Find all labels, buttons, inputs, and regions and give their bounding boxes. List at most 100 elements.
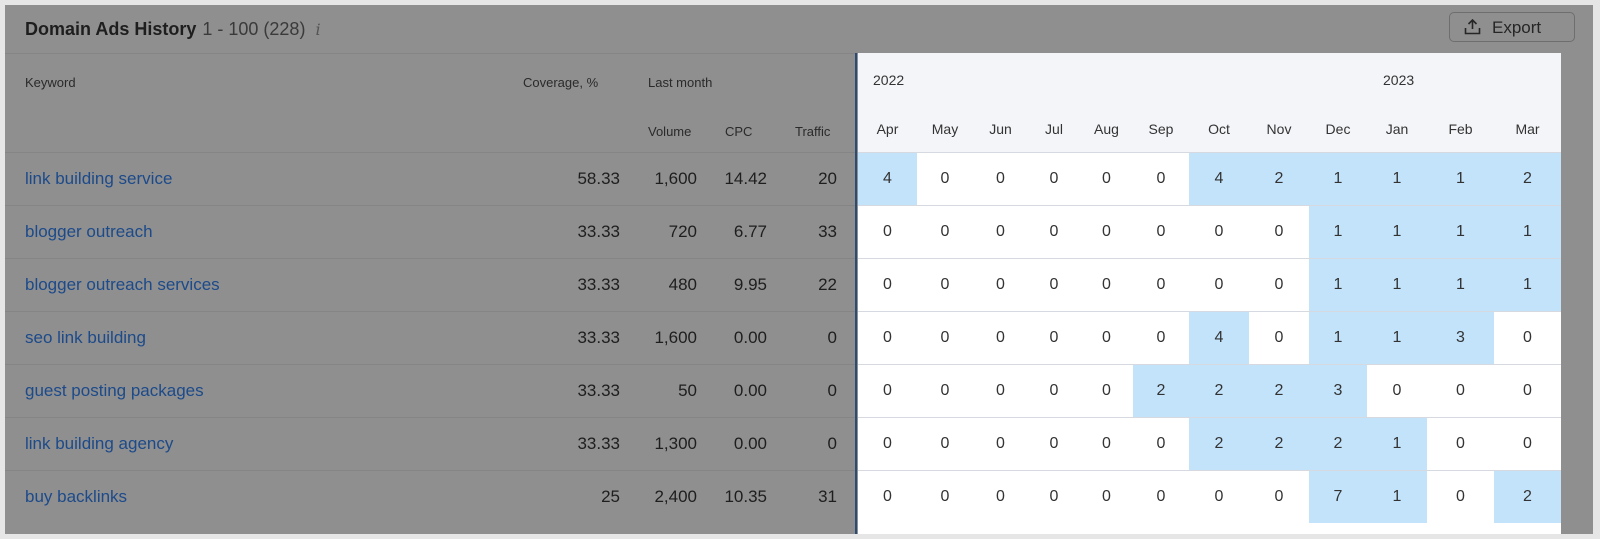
history-cell: 0: [1456, 382, 1465, 399]
history-cell: 1: [1427, 153, 1494, 205]
history-cell: 1: [1309, 312, 1367, 364]
history-cell: 0: [1049, 170, 1059, 187]
export-button[interactable]: Export: [1449, 12, 1575, 42]
col-last-month: Last month: [648, 75, 713, 90]
history-cell: 0: [940, 223, 950, 240]
month-jul: Jul: [1045, 121, 1063, 137]
month-aug: Aug: [1094, 121, 1119, 137]
history-cell: 0: [1523, 435, 1532, 452]
volume-value: 1,300: [654, 434, 697, 453]
history-cell: 0: [883, 276, 892, 293]
history-cell: 0: [996, 435, 1005, 452]
traffic-value: 0: [827, 328, 837, 347]
history-cell: 0: [1274, 488, 1284, 505]
history-cell: 0: [1156, 170, 1166, 187]
traffic-value: 0: [827, 381, 837, 400]
history-cell: 3: [1309, 365, 1367, 417]
col-keyword[interactable]: Keyword: [25, 75, 76, 90]
history-cell: 0: [1214, 488, 1224, 505]
col-volume[interactable]: Volume: [648, 124, 691, 139]
info-icon[interactable]: i: [315, 20, 320, 39]
history-cell: 0: [996, 223, 1005, 240]
history-cell: 0: [1156, 329, 1166, 346]
column-divider: [855, 53, 857, 534]
history-cell: 1: [1309, 259, 1367, 311]
history-cell: 0: [883, 435, 892, 452]
history-cell: 0: [1049, 435, 1059, 452]
panel-header: Domain Ads History 1 - 100 (228) i Export: [5, 5, 1593, 54]
cpc-value: 0.00: [733, 381, 767, 400]
page-title: Domain Ads History 1 - 100 (228) i: [25, 19, 321, 40]
col-cpc[interactable]: CPC: [725, 124, 752, 139]
history-cell: 1: [1367, 206, 1427, 258]
history-cell: 0: [883, 382, 892, 399]
history-cell: 0: [996, 382, 1005, 399]
history-cell: 0: [940, 488, 950, 505]
keyword-link[interactable]: link building service: [25, 169, 172, 189]
result-range: 1 - 100 (228): [202, 19, 306, 39]
history-cell: 0: [1214, 223, 1224, 240]
history-cell: 0: [883, 329, 892, 346]
month-apr: Apr: [876, 121, 899, 137]
history-cell: 1: [1367, 471, 1427, 523]
coverage-value: 33.33: [577, 328, 620, 347]
history-cell: 0: [996, 488, 1005, 505]
history-cell: 1: [1427, 259, 1494, 311]
keyword-link[interactable]: blogger outreach services: [25, 275, 220, 295]
cpc-value: 0.00: [733, 328, 767, 347]
keyword-link[interactable]: seo link building: [25, 328, 146, 348]
volume-value: 1,600: [654, 169, 697, 188]
keyword-link[interactable]: link building agency: [25, 434, 173, 454]
history-cell: 0: [1274, 223, 1284, 240]
history-cell: 2: [1189, 365, 1249, 417]
history-cell: 0: [883, 223, 892, 240]
table-row: guest posting packages 33.33 50 0.00 0: [5, 364, 855, 418]
volume-value: 50: [678, 381, 697, 400]
cpc-value: 6.77: [733, 222, 767, 241]
history-cell: 0: [1049, 276, 1059, 293]
keyword-link[interactable]: blogger outreach: [25, 222, 153, 242]
coverage-value: 25: [601, 487, 620, 506]
coverage-value: 33.33: [577, 275, 620, 294]
history-cell: 0: [1156, 223, 1166, 240]
history-cell: 1: [1309, 206, 1367, 258]
coverage-value: 33.33: [577, 434, 620, 453]
keyword-link[interactable]: buy backlinks: [25, 487, 127, 507]
history-cell: 0: [1456, 488, 1465, 505]
history-cell: 0: [1156, 488, 1166, 505]
traffic-value: 0: [827, 434, 837, 453]
history-cell: 0: [1523, 329, 1532, 346]
volume-value: 720: [668, 222, 697, 241]
history-cell: 2: [1249, 365, 1309, 417]
domain-ads-history-panel: Domain Ads History 1 - 100 (228) i Export …: [5, 5, 1593, 534]
month-oct: Oct: [1208, 121, 1230, 137]
history-cell: 0: [940, 382, 950, 399]
history-cell: 4: [858, 153, 917, 205]
history-cell: 1: [1367, 312, 1427, 364]
history-cell: 0: [1049, 382, 1059, 399]
coverage-value: 58.33: [577, 169, 620, 188]
traffic-value: 20: [818, 169, 837, 188]
history-cell: 1: [1367, 259, 1427, 311]
history-cell: 4: [1189, 312, 1249, 364]
history-cell: 0: [940, 435, 950, 452]
history-cell: 0: [1523, 382, 1532, 399]
keyword-link[interactable]: guest posting packages: [25, 381, 204, 401]
month-jan: Jan: [1385, 121, 1409, 137]
history-cell: 0: [1049, 488, 1059, 505]
col-traffic[interactable]: Traffic: [795, 124, 830, 139]
history-cell: 0: [1102, 488, 1111, 505]
history-cell: 0: [1102, 170, 1111, 187]
year-2023: 2023: [1383, 72, 1415, 88]
col-coverage[interactable]: Coverage, %: [523, 75, 598, 90]
coverage-value: 33.33: [577, 381, 620, 400]
month-feb: Feb: [1448, 121, 1473, 137]
month-nov: Nov: [1266, 121, 1292, 137]
history-cell: 0: [996, 329, 1005, 346]
history-cell: 0: [1274, 329, 1284, 346]
ads-history-grid: 2022 2023 Apr May Jun Jul Aug Sep Oct Nov Dec Jan…: [858, 53, 1561, 534]
title-text: Domain Ads History: [25, 19, 197, 39]
history-cell: 0: [1392, 382, 1402, 399]
history-cell: 2: [1249, 153, 1309, 205]
history-cell: 0: [996, 276, 1005, 293]
